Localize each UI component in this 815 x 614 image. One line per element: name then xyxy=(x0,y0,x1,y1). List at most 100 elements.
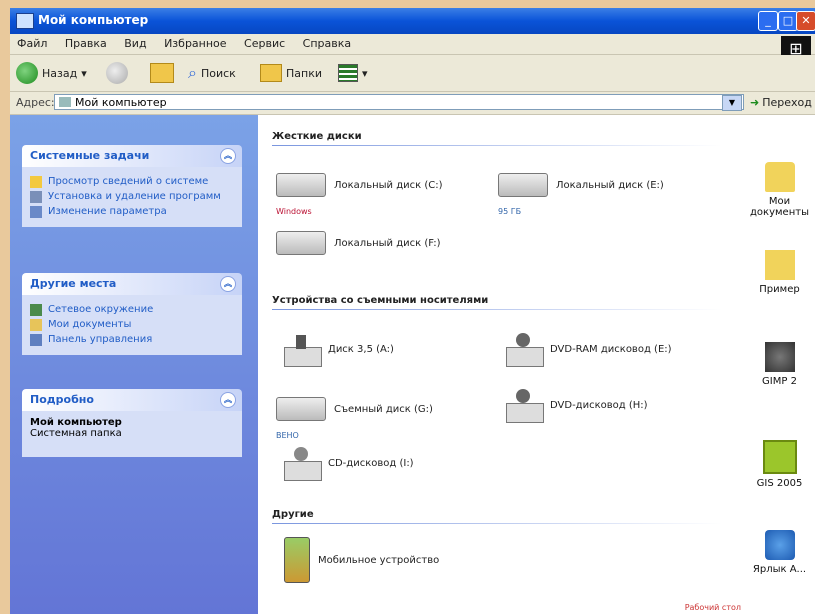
menu-bar: Файл Правка Вид Избранное Сервис Справка xyxy=(10,34,815,55)
search-icon: ⌕ xyxy=(188,63,197,82)
views-button[interactable]: ▾ xyxy=(338,61,368,85)
collapse-icon[interactable]: ︽ xyxy=(220,392,236,408)
address-value: Мой компьютер xyxy=(75,95,167,109)
task-change-setting[interactable]: Изменение параметра xyxy=(30,206,234,218)
details-header[interactable]: Подробно ︽ xyxy=(22,389,242,411)
programs-icon xyxy=(30,191,42,203)
details-body: Мой компьютер Системная папка xyxy=(22,411,242,457)
mobile-device-icon xyxy=(284,537,310,583)
address-input[interactable]: Мой компьютер xyxy=(54,94,744,110)
address-dropdown-button[interactable]: ▼ xyxy=(722,95,742,111)
panel-title: Подробно xyxy=(30,393,94,406)
gis-icon xyxy=(762,440,797,474)
menu-file[interactable]: Файл xyxy=(10,34,54,53)
group-other: Другие xyxy=(272,509,314,520)
folder-icon xyxy=(764,162,795,192)
chevron-down-icon: ▾ xyxy=(362,66,368,80)
other-places-body: Сетевое окружение Мои документы Панель у… xyxy=(22,295,242,355)
drive-dvd-ram[interactable]: DVD-RAM дисковод (E:) xyxy=(502,329,672,369)
desktop-gimp[interactable]: GIMP 2 xyxy=(744,342,815,387)
minimize-button[interactable]: _ xyxy=(758,11,778,31)
desktop-gis[interactable]: GIS 2005 xyxy=(744,440,815,489)
menu-help[interactable]: Справка xyxy=(296,34,358,53)
drive-i[interactable]: CD-дисковод (I:) xyxy=(280,443,414,483)
task-add-remove-programs[interactable]: Установка и удаление программ xyxy=(30,191,234,203)
documents-icon xyxy=(30,319,42,331)
group-divider xyxy=(272,309,722,310)
dvd-drive-icon xyxy=(502,329,544,369)
cd-drive-icon xyxy=(280,443,322,483)
desktop-example-folder[interactable]: Пример xyxy=(744,250,815,295)
desktop-label: GIMP 2 xyxy=(762,376,797,387)
settings-icon xyxy=(30,206,42,218)
explorer-window: Мой компьютер _ □ ✕ Файл Правка Вид Избр… xyxy=(10,8,815,614)
place-label: Панель управления xyxy=(48,334,153,345)
go-button[interactable]: ➜ Переход xyxy=(750,96,812,109)
maximize-button[interactable]: □ xyxy=(778,11,798,31)
menu-favorites[interactable]: Избранное xyxy=(157,34,233,53)
desktop-shortcut[interactable]: Ярлык А... xyxy=(744,530,815,575)
computer-icon xyxy=(59,97,71,107)
group-divider xyxy=(272,145,722,146)
drive-h[interactable]: DVD-дисковод (H:) xyxy=(502,385,648,425)
collapse-icon[interactable]: ︽ xyxy=(220,276,236,292)
info-icon xyxy=(30,176,42,188)
panel-title: Другие места xyxy=(30,277,117,290)
drive-c[interactable]: Локальный диск (C:) Windows xyxy=(276,173,443,216)
network-icon xyxy=(30,304,42,316)
menu-tools[interactable]: Сервис xyxy=(237,34,292,53)
mobile-device[interactable]: Мобильное устройство xyxy=(284,537,439,583)
folders-button[interactable]: Папки xyxy=(260,61,322,85)
other-places-panel: Другие места ︽ Сетевое окружение Мои док… xyxy=(22,273,242,355)
shortcut-icon xyxy=(764,530,795,560)
corner-label: Рабочий стол xyxy=(684,603,741,612)
collapse-icon[interactable]: ︽ xyxy=(220,148,236,164)
address-bar: Адрес: Мой компьютер ▼ ➜ Переход xyxy=(10,92,815,115)
other-places-header[interactable]: Другие места ︽ xyxy=(22,273,242,295)
gimp-icon xyxy=(764,342,795,372)
place-control-panel[interactable]: Панель управления xyxy=(30,334,234,346)
chevron-down-icon: ▾ xyxy=(81,66,87,80)
group-removable: Устройства со съемными носителями xyxy=(272,295,489,306)
up-button[interactable] xyxy=(150,61,174,85)
place-my-documents[interactable]: Мои документы xyxy=(30,319,234,331)
forward-button[interactable] xyxy=(106,61,128,85)
details-type: Системная папка xyxy=(30,428,122,439)
menu-edit[interactable]: Правка xyxy=(58,34,114,53)
drive-label: CD-дисковод (I:) xyxy=(328,457,414,469)
forward-arrow-icon xyxy=(106,62,128,84)
details-panel: Подробно ︽ Мой компьютер Системная папка xyxy=(22,389,242,457)
task-view-system-info[interactable]: Просмотр сведений о системе xyxy=(30,176,234,188)
hard-drive-icon xyxy=(498,173,548,197)
menu-view[interactable]: Вид xyxy=(117,34,153,53)
back-button[interactable]: Назад ▾ xyxy=(16,61,87,85)
drive-a[interactable]: Диск 3,5 (A:) xyxy=(280,329,394,369)
details-name: Мой компьютер xyxy=(30,417,122,428)
close-button[interactable]: ✕ xyxy=(796,11,815,31)
system-tasks-body: Просмотр сведений о системе Установка и … xyxy=(22,167,242,227)
system-tasks-header[interactable]: Системные задачи ︽ xyxy=(22,145,242,167)
drive-g[interactable]: Съемный диск (G:) ВЕНО xyxy=(276,397,433,440)
floppy-drive-icon xyxy=(280,329,322,369)
drive-f[interactable]: Локальный диск (F:) xyxy=(276,231,440,255)
search-button[interactable]: ⌕ Поиск xyxy=(188,61,236,85)
drive-label: Диск 3,5 (A:) xyxy=(328,343,394,355)
address-label: Адрес: xyxy=(16,96,55,109)
drive-sub: 95 ГБ xyxy=(498,207,522,216)
drive-sub: Windows xyxy=(276,207,312,216)
go-label: Переход xyxy=(762,96,812,109)
back-label: Назад xyxy=(42,66,78,80)
drive-label: DVD-дисковод (H:) xyxy=(550,399,648,411)
drive-e-local[interactable]: Локальный диск (E:) 95 ГБ xyxy=(498,173,664,216)
toolbar: Назад ▾ ⌕ Поиск Папки ▾ xyxy=(10,55,815,92)
folders-icon xyxy=(260,64,282,82)
desktop-label: GIS 2005 xyxy=(756,478,803,489)
drive-sub: ВЕНО xyxy=(276,431,299,440)
desktop-my-documents[interactable]: Мои документы xyxy=(744,162,815,218)
back-arrow-icon xyxy=(16,62,38,84)
drive-label: Локальный диск (C:) xyxy=(334,179,443,191)
title-bar[interactable]: Мой компьютер _ □ ✕ xyxy=(10,8,815,34)
hard-drive-icon xyxy=(276,173,326,197)
search-label: Поиск xyxy=(200,66,236,80)
place-network[interactable]: Сетевое окружение xyxy=(30,304,234,316)
